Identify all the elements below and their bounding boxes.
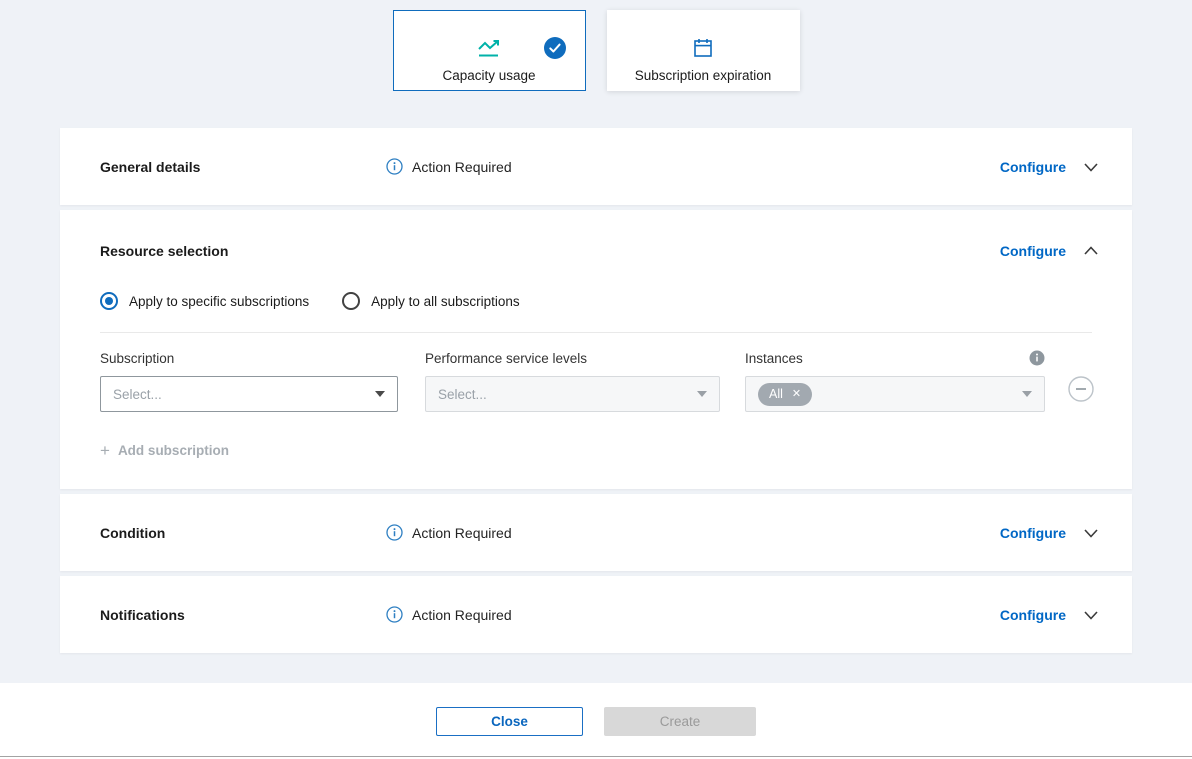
chevron-up-icon[interactable] xyxy=(1080,240,1102,262)
configure-general-link[interactable]: Configure xyxy=(1000,159,1066,175)
plus-icon: + xyxy=(100,442,110,459)
chevron-down-icon xyxy=(697,391,707,397)
status-text: Action Required xyxy=(412,159,512,175)
chevron-down-icon[interactable] xyxy=(1080,156,1102,178)
performance-placeholder: Select... xyxy=(438,387,487,402)
radio-checked-icon xyxy=(100,292,118,310)
radio-specific-label: Apply to specific subscriptions xyxy=(129,294,309,309)
configure-notifications-link[interactable]: Configure xyxy=(1000,607,1066,623)
chevron-down-icon[interactable] xyxy=(1080,604,1102,626)
configure-resource-link[interactable]: Configure xyxy=(1000,243,1066,259)
chevron-down-icon[interactable] xyxy=(1080,522,1102,544)
status-text: Action Required xyxy=(412,607,512,623)
section-condition: Condition Action Required Configure xyxy=(60,494,1132,571)
section-title-condition: Condition xyxy=(100,525,386,541)
info-icon xyxy=(386,606,403,623)
chevron-down-icon xyxy=(1022,391,1032,397)
subscription-select[interactable]: Select... xyxy=(100,376,398,412)
instances-select[interactable]: All ✕ xyxy=(745,376,1045,412)
tag-label: All xyxy=(769,387,783,401)
performance-levels-label: Performance service levels xyxy=(425,350,720,366)
capacity-usage-label: Capacity usage xyxy=(442,68,535,83)
add-subscription-label: Add subscription xyxy=(118,443,229,458)
subscription-label: Subscription xyxy=(100,350,398,366)
divider xyxy=(100,332,1092,333)
capacity-usage-chart-icon xyxy=(476,37,502,59)
footer-bar: Close Create xyxy=(0,683,1192,759)
subscription-row: Subscription Select... Performance servi… xyxy=(60,350,1132,412)
status-action-required: Action Required xyxy=(386,524,512,541)
radio-all-label: Apply to all subscriptions xyxy=(371,294,520,309)
remove-tag-icon[interactable]: ✕ xyxy=(792,389,801,400)
section-general-details: General details Action Required Configur… xyxy=(60,128,1132,205)
info-icon xyxy=(1029,350,1045,366)
section-notifications: Notifications Action Required Configure xyxy=(60,576,1132,653)
instances-label-row: Instances xyxy=(745,350,1045,366)
add-subscription-button[interactable]: + Add subscription xyxy=(60,442,1132,459)
performance-levels-select[interactable]: Select... xyxy=(425,376,720,412)
subscription-expiration-card[interactable]: Subscription expiration xyxy=(607,10,800,91)
subscription-placeholder: Select... xyxy=(113,387,162,402)
instances-label: Instances xyxy=(745,351,803,366)
selected-tag: All ✕ xyxy=(758,383,812,406)
close-button[interactable]: Close xyxy=(436,707,583,736)
section-title-resource: Resource selection xyxy=(100,243,386,259)
radio-all-subscriptions[interactable]: Apply to all subscriptions xyxy=(342,292,520,310)
subscription-expiration-label: Subscription expiration xyxy=(635,68,772,83)
scope-radio-group: Apply to specific subscriptions Apply to… xyxy=(60,292,1132,310)
remove-row-button[interactable] xyxy=(1068,376,1094,402)
selected-check-icon xyxy=(544,37,566,59)
section-resource-selection: Resource selection Configure Apply to sp… xyxy=(60,210,1132,489)
chevron-down-icon xyxy=(375,391,385,397)
status-text: Action Required xyxy=(412,525,512,541)
status-action-required: Action Required xyxy=(386,606,512,623)
calendar-icon xyxy=(692,37,714,59)
status-action-required: Action Required xyxy=(386,158,512,175)
alert-type-selector: Capacity usage Subscription expiration xyxy=(0,0,1192,91)
create-button[interactable]: Create xyxy=(604,707,756,736)
capacity-usage-card[interactable]: Capacity usage xyxy=(393,10,586,91)
alert-config-sections: General details Action Required Configur… xyxy=(0,128,1192,653)
radio-specific-subscriptions[interactable]: Apply to specific subscriptions xyxy=(100,292,309,310)
create-alert-page: Capacity usage Subscription expiration G… xyxy=(0,0,1192,759)
radio-unchecked-icon xyxy=(342,292,360,310)
bottom-divider xyxy=(0,756,1192,757)
info-icon xyxy=(386,524,403,541)
section-title-general: General details xyxy=(100,159,386,175)
info-icon xyxy=(386,158,403,175)
section-title-notifications: Notifications xyxy=(100,607,386,623)
configure-condition-link[interactable]: Configure xyxy=(1000,525,1066,541)
